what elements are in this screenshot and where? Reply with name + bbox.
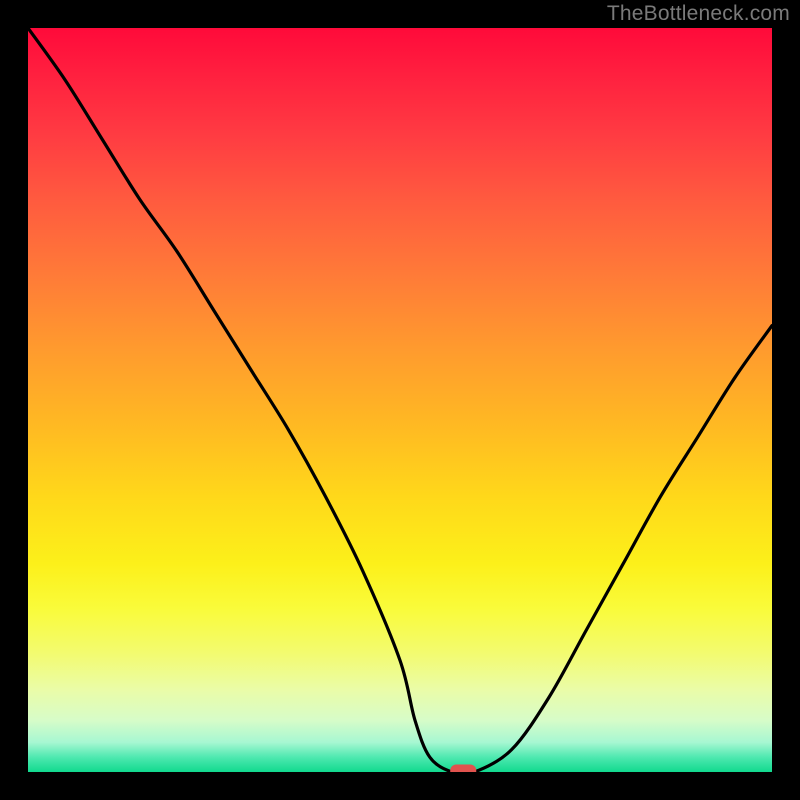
chart-frame: TheBottleneck.com	[0, 0, 800, 800]
curve-svg	[28, 28, 772, 772]
attribution-label: TheBottleneck.com	[607, 2, 790, 26]
bottleneck-curve-path	[28, 28, 772, 772]
optimum-marker	[450, 765, 476, 773]
plot-area	[28, 28, 772, 772]
